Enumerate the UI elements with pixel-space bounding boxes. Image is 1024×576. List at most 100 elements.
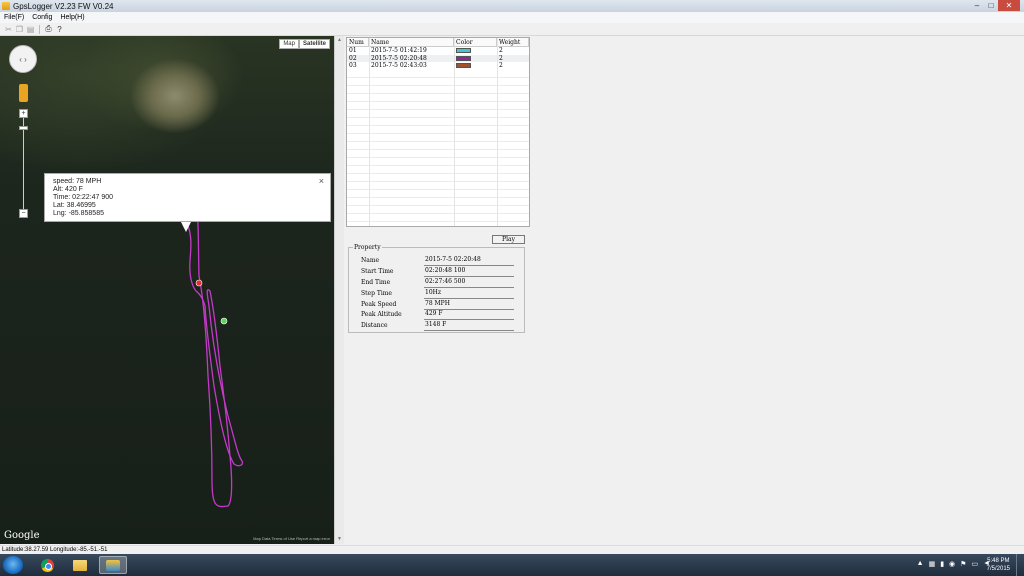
track-row[interactable]: 03 2015-7-5 02:43:03 2	[347, 62, 529, 70]
gps-track-overlay	[183, 200, 244, 508]
property-row-distance: Distance 3148 F	[361, 321, 521, 331]
column-divider	[454, 38, 455, 226]
street-view-pegman-icon[interactable]	[19, 84, 28, 102]
tray-action-center-icon[interactable]: ⚑	[960, 560, 966, 568]
property-value: 10Hz	[424, 289, 514, 299]
taskbar: ▲ ▦ ▮ ◉ ⚑ ▭ ◄ 5:48 PM 7/5/2015	[0, 554, 1024, 576]
paste-icon[interactable]: ▤	[26, 25, 35, 34]
toolbar-divider	[39, 24, 40, 34]
tray-app-icon[interactable]: ▦	[929, 560, 936, 568]
property-row-end-time: End Time 02:27:46 500	[361, 278, 521, 288]
start-marker	[220, 317, 228, 325]
scroll-up-icon[interactable]: ▲	[337, 37, 342, 43]
track-list[interactable]: Num Name Color Weight 01 2015-7-5 01:42:…	[346, 37, 530, 227]
taskbar-clock[interactable]: 5:48 PM 7/5/2015	[987, 557, 1010, 573]
track-num: 02	[349, 54, 357, 62]
minimize-button[interactable]: –	[970, 0, 984, 11]
system-tray: ▲ ▦ ▮ ◉ ⚑ ▭ ◄	[917, 560, 990, 568]
track-list-header: Num Name Color Weight	[347, 38, 529, 47]
copy-icon[interactable]: ❐	[15, 25, 24, 34]
info-altitude: Alt: 420 F	[53, 186, 83, 193]
window-controls: – □ ✕	[970, 0, 1020, 11]
property-label: Step Time	[361, 290, 392, 297]
info-longitude: Lng: -85.858585	[53, 210, 104, 217]
zoom-slider-thumb[interactable]	[19, 126, 28, 130]
scroll-down-icon[interactable]: ▼	[337, 536, 342, 542]
property-value: 2015-7-5 02:20:48	[424, 256, 514, 266]
property-row-start-time: Start Time 02:20:48 100	[361, 267, 521, 277]
col-name[interactable]: Name	[369, 38, 454, 46]
tray-network-icon[interactable]: ▮	[940, 560, 944, 568]
property-label: Peak Altitude	[361, 311, 402, 318]
help-icon[interactable]: ?	[55, 25, 64, 34]
current-position-marker	[195, 279, 203, 287]
track-num: 01	[349, 47, 357, 54]
col-num[interactable]: Num	[347, 38, 369, 46]
app-icon	[2, 2, 10, 10]
column-divider	[369, 38, 370, 226]
track-row[interactable]: 01 2015-7-5 01:42:19 2	[347, 47, 529, 55]
file-explorer-icon	[73, 559, 87, 571]
map-footer-links[interactable]: Map Data Terms of Use Report a map error	[253, 536, 330, 541]
zoom-in-button[interactable]: +	[19, 109, 28, 118]
property-label: Start Time	[361, 268, 394, 275]
property-value: 78 MPH	[424, 300, 514, 310]
track-row-selected[interactable]: 02 2015-7-5 02:20:48 2	[347, 54, 529, 62]
track-color	[454, 62, 497, 70]
track-name: 2015-7-5 02:20:48	[371, 54, 427, 62]
track-weight: 2	[499, 47, 503, 54]
info-speed: speed: 78 MPH	[53, 178, 102, 185]
menu-file[interactable]: File(F)	[0, 14, 28, 21]
maximize-button[interactable]: □	[984, 0, 998, 11]
property-value: 02:20:48 100	[424, 267, 514, 277]
cut-icon[interactable]: ✂	[4, 25, 13, 34]
color-swatch[interactable]	[456, 55, 471, 61]
close-button[interactable]: ✕	[998, 0, 1020, 11]
gpslogger-icon	[106, 559, 120, 571]
property-panel: Property Name 2015-7-5 02:20:48 Start Ti…	[348, 244, 525, 333]
property-label: Peak Speed	[361, 301, 397, 308]
info-time: Time: 02:22:47 900	[53, 194, 114, 201]
taskbar-gpslogger[interactable]	[99, 556, 127, 574]
menu-bar: File(F) Config Help(H)	[0, 12, 1024, 23]
start-button[interactable]	[3, 556, 23, 574]
clock-date: 7/5/2015	[986, 566, 1010, 572]
map-view[interactable]: Map Satellite ‹ › + − Google Map Data Te…	[0, 36, 334, 544]
menu-config[interactable]: Config	[28, 14, 56, 21]
property-row-peak-altitude: Peak Altitude 429 F	[361, 310, 521, 320]
property-value: 3148 F	[424, 321, 514, 331]
taskbar-chrome[interactable]	[33, 556, 61, 574]
property-value: 429 F	[424, 310, 514, 320]
print-icon[interactable]: ⎙	[44, 24, 53, 34]
property-label: Name	[361, 257, 380, 264]
col-weight[interactable]: Weight	[497, 38, 529, 46]
tray-expand-icon[interactable]: ▲	[917, 560, 924, 568]
col-color[interactable]: Color	[454, 38, 497, 46]
zoom-out-button[interactable]: −	[19, 209, 28, 218]
taskbar-explorer[interactable]	[66, 556, 94, 574]
track-weight: 2	[499, 54, 503, 62]
map-type-satellite-button[interactable]: Satellite	[298, 39, 330, 49]
property-label: End Time	[361, 279, 391, 286]
pan-control[interactable]: ‹ ›	[9, 45, 37, 73]
map-scrollbar[interactable]: ▲ ▼	[334, 36, 344, 544]
window-title: GpsLogger V2.23 FW V0.24	[13, 1, 114, 11]
map-type-map-button[interactable]: Map	[279, 39, 299, 49]
property-row-name: Name 2015-7-5 02:20:48	[361, 256, 521, 266]
info-close-icon[interactable]: ×	[319, 177, 324, 186]
menu-help[interactable]: Help(H)	[56, 14, 88, 21]
color-swatch[interactable]	[456, 63, 471, 68]
pan-arrows-icon: ‹ ›	[19, 54, 27, 64]
clock-time: 5:48 PM	[987, 558, 1010, 564]
tray-steam-icon[interactable]: ◉	[949, 560, 955, 568]
track-color	[454, 47, 497, 55]
google-logo: Google	[4, 530, 40, 541]
color-swatch[interactable]	[456, 48, 471, 53]
track-weight: 2	[499, 62, 503, 69]
map-type-control: Map Satellite	[279, 39, 330, 49]
track-num: 03	[349, 62, 357, 69]
tray-display-icon[interactable]: ▭	[971, 560, 978, 568]
play-button[interactable]: Play	[492, 235, 525, 244]
show-desktop-button[interactable]	[1016, 554, 1024, 576]
track-name: 2015-7-5 02:43:03	[371, 62, 427, 69]
